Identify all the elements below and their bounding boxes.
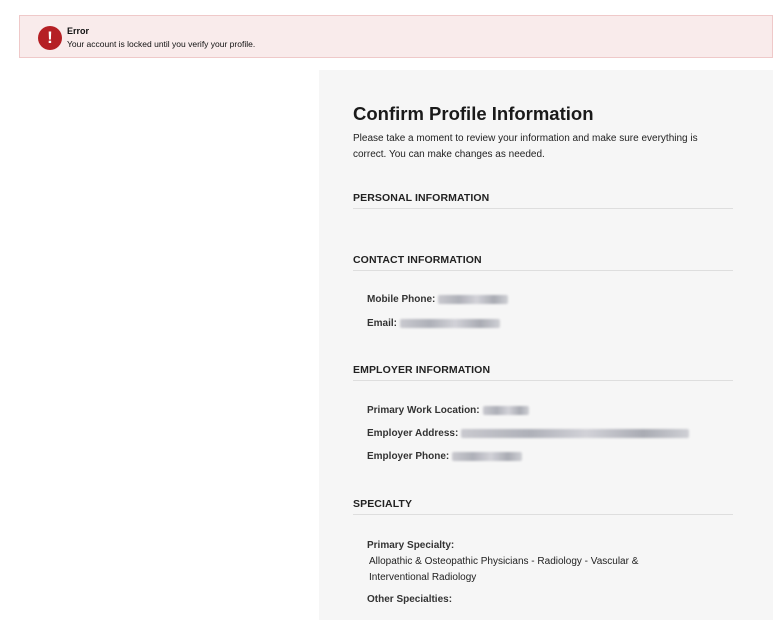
employer-phone-label: Employer Phone: xyxy=(367,451,450,462)
intro-text: Please take a moment to review your info… xyxy=(353,133,698,160)
primary-work-location-redacted-value xyxy=(482,405,529,415)
employer-address-redacted-value xyxy=(461,428,690,438)
mobile-phone-redacted-value xyxy=(438,294,509,304)
alert-message: Your account is locked until you verify … xyxy=(67,39,256,49)
page-title: Confirm Profile Information xyxy=(353,103,594,124)
profile-panel: Confirm Profile Information Please take … xyxy=(319,70,773,620)
mobile-phone-field: Mobile Phone: xyxy=(367,294,509,305)
email-field: Email: xyxy=(367,318,501,329)
section-employer-heading: EMPLOYER INFORMATION xyxy=(353,364,733,381)
section-specialty-heading: SPECIALTY xyxy=(353,498,733,515)
error-alert: ! Error Your account is locked until you… xyxy=(19,15,773,58)
primary-specialty-value: Allopathic & Osteopathic Physicians - Ra… xyxy=(369,556,639,583)
primary-specialty-label: Primary Specialty: xyxy=(367,540,455,551)
exclamation-circle-icon: ! xyxy=(38,26,62,50)
employer-address-label: Employer Address: xyxy=(367,428,459,439)
primary-work-location-field: Primary Work Location: xyxy=(367,405,529,416)
employer-phone-redacted-value xyxy=(452,451,523,461)
alert-title: Error xyxy=(67,26,90,36)
email-redacted-value xyxy=(400,318,501,328)
primary-work-location-label: Primary Work Location: xyxy=(367,405,480,416)
email-label: Email: xyxy=(367,318,398,329)
mobile-phone-label: Mobile Phone: xyxy=(367,294,436,305)
other-specialties-label: Other Specialties: xyxy=(367,594,453,605)
section-contact-heading: CONTACT INFORMATION xyxy=(353,254,733,271)
section-personal-heading: PERSONAL INFORMATION xyxy=(353,192,733,209)
employer-address-field: Employer Address: xyxy=(367,428,690,439)
employer-phone-field: Employer Phone: xyxy=(367,451,523,462)
